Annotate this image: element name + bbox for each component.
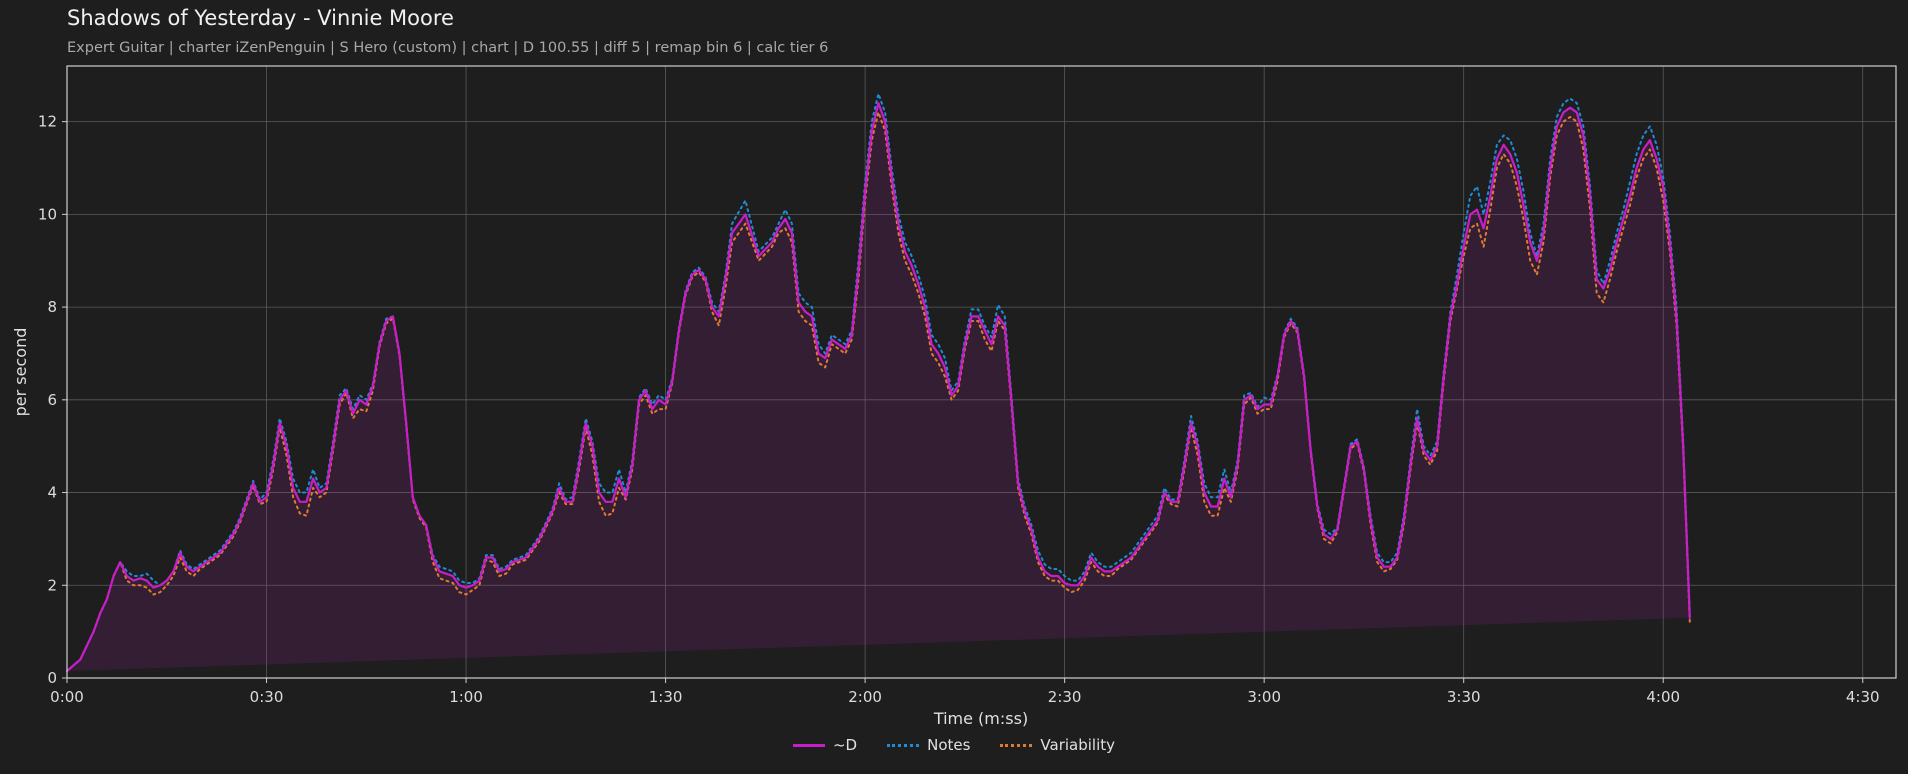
y-axis-label: per second (11, 328, 30, 417)
x-tick-label: 4:30 (1846, 688, 1880, 706)
x-tick-label: 0:00 (50, 688, 84, 706)
y-tick-label: 12 (38, 113, 57, 131)
x-axis-ticks: 0:00 0:30 1:00 1:30 2:00 2:30 3:00 3:30 4:00 4:30 (50, 678, 1880, 706)
x-tick-label: 2:30 (1048, 688, 1082, 706)
area-fill-d (67, 103, 1690, 672)
y-axis-ticks: 0 2 4 6 8 10 12 (38, 113, 67, 687)
legend-item-variability: Variability (1000, 736, 1115, 754)
legend-item-d: ~D (792, 736, 858, 754)
y-tick-label: 2 (47, 576, 57, 594)
legend-swatch-variability (1000, 743, 1033, 747)
x-tick-label: 3:30 (1447, 688, 1481, 706)
legend-swatch-d (792, 743, 825, 747)
legend-item-notes: Notes (887, 736, 970, 754)
chart-plot: 0:00 0:30 1:00 1:30 2:00 2:30 3:00 3:30 4:00 4:30… (11, 65, 1897, 728)
x-tick-label: 3:00 (1247, 688, 1281, 706)
y-tick-label: 4 (47, 484, 57, 502)
y-tick-label: 0 (47, 669, 57, 687)
x-tick-label: 1:00 (449, 688, 483, 706)
x-tick-label: 0:30 (250, 688, 284, 706)
x-tick-label: 2:00 (848, 688, 882, 706)
legend-label-d: ~D (832, 736, 858, 754)
y-tick-label: 6 (47, 391, 57, 409)
x-tick-label: 1:30 (649, 688, 683, 706)
legend-swatch-notes (887, 743, 920, 747)
y-tick-label: 10 (38, 205, 57, 223)
legend: ~D Notes Variability (0, 736, 1908, 754)
x-tick-label: 4:00 (1646, 688, 1680, 706)
x-axis-label: Time (m:ss) (933, 709, 1028, 728)
y-tick-label: 8 (47, 298, 57, 316)
legend-label-variability: Variability (1040, 736, 1116, 754)
legend-label-notes: Notes (927, 736, 971, 754)
